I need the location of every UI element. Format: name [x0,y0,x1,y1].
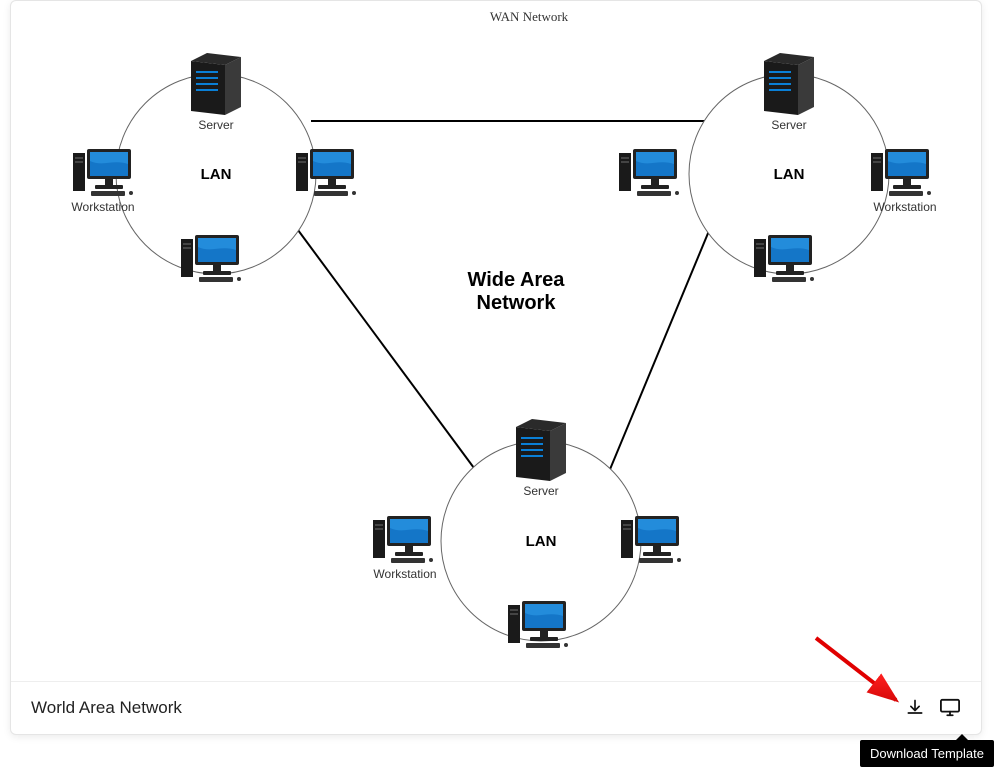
center-label-1: Wide Area [468,269,566,291]
workstation-icon [621,516,681,563]
workstation-label-b: Workstation [373,567,436,581]
workstation-label-tl: Workstation [71,200,134,214]
workstation-icon [508,601,568,648]
diagram-title: WAN Network [490,9,569,24]
server-label-tl: Server [198,118,233,132]
lan-label-tl: LAN [201,166,232,183]
lan-label-tr: LAN [774,166,805,183]
link-left [295,226,491,491]
server-label-tr: Server [771,118,806,132]
annotation-arrow [808,630,928,720]
server-icon [764,53,814,115]
card-title: World Area Network [31,698,182,718]
diagram-canvas: WAN Network Wide Area Network LAN Server… [11,1,981,681]
server-icon [516,419,566,481]
workstation-icon [373,516,433,563]
workstation-icon [871,149,931,196]
workstation-icon [754,235,814,282]
server-icon [191,53,241,115]
monitor-icon [939,698,961,718]
network-diagram: WAN Network Wide Area Network LAN Server… [11,1,983,681]
download-tooltip: Download Template [860,740,994,767]
preview-button[interactable] [939,698,961,718]
workstation-icon [296,149,356,196]
link-right [601,226,711,491]
server-label-b: Server [523,484,558,498]
workstation-icon [181,235,241,282]
template-card: WAN Network Wide Area Network LAN Server… [10,0,982,735]
workstation-label-tr: Workstation [873,200,936,214]
workstation-icon [619,149,679,196]
center-label-2: Network [477,292,557,314]
lan-label-b: LAN [526,533,557,550]
